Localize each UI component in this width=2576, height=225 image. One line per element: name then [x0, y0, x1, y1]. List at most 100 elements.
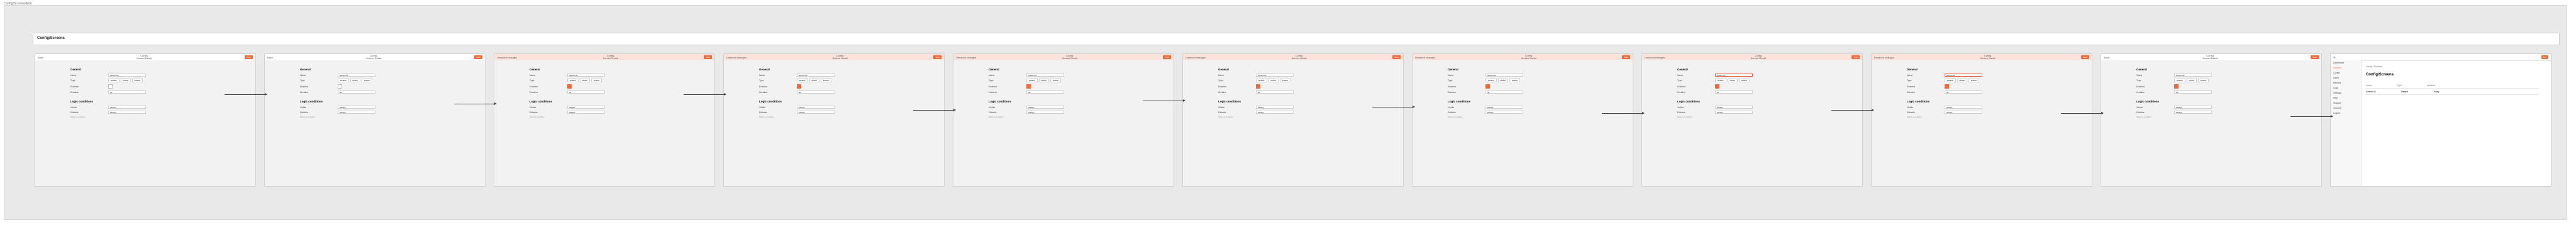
- type-option[interactable]: Drawer: [361, 79, 373, 82]
- editable-select[interactable]: Always: [1945, 111, 1982, 114]
- visible-select[interactable]: Always: [1945, 106, 1982, 109]
- visible-select[interactable]: Always: [1715, 106, 1753, 109]
- duration-input[interactable]: 30: [1256, 91, 1294, 94]
- type-segmented-control[interactable]: Default Modal Drawer: [338, 79, 373, 82]
- name-input[interactable]: Screen 01: [338, 74, 375, 77]
- add-button[interactable]: Add: [2541, 55, 2548, 59]
- sidebar-item[interactable]: Logs: [2331, 85, 2361, 91]
- visible-select[interactable]: Always: [1256, 106, 1294, 109]
- enabled-checkbox[interactable]: [797, 84, 801, 89]
- visible-select[interactable]: Always: [797, 106, 835, 109]
- duration-input[interactable]: 30: [2174, 91, 2212, 94]
- editable-select[interactable]: Always: [108, 111, 146, 114]
- editable-select[interactable]: Always: [2174, 111, 2212, 114]
- type-option[interactable]: Drawer: [2197, 79, 2209, 82]
- sidebar-item[interactable]: Dashboard: [2331, 60, 2361, 65]
- back-link[interactable]: Unsaved changes: [1185, 56, 1206, 59]
- type-option[interactable]: Default: [338, 79, 349, 82]
- enabled-checkbox[interactable]: [1026, 84, 1031, 89]
- type-option[interactable]: Drawer: [1509, 79, 1521, 82]
- name-input[interactable]: Screen 01: [567, 74, 605, 77]
- back-link[interactable]: Unsaved changes: [726, 56, 747, 59]
- sidebar-item[interactable]: Account: [2331, 106, 2361, 111]
- visible-select[interactable]: Always: [1485, 106, 1523, 109]
- back-link[interactable]: Unsaved changes: [1645, 56, 1665, 59]
- type-segmented-control[interactable]: Default Modal Drawer: [1945, 79, 1980, 82]
- name-input[interactable]: Screen 01: [1026, 74, 1064, 77]
- save-button[interactable]: Save: [2081, 55, 2089, 59]
- type-option[interactable]: Default: [108, 79, 119, 82]
- type-option[interactable]: Default: [1715, 79, 1726, 82]
- back-link[interactable]: Back: [267, 56, 273, 59]
- save-button[interactable]: Save: [704, 55, 712, 59]
- enabled-checkbox[interactable]: [1256, 84, 1260, 89]
- back-link[interactable]: Unsaved changes: [497, 56, 517, 59]
- enabled-checkbox[interactable]: [2174, 84, 2179, 89]
- duration-input[interactable]: 30: [338, 91, 375, 94]
- visible-select[interactable]: Always: [108, 106, 146, 109]
- duration-input[interactable]: 30: [1715, 91, 1753, 94]
- save-button[interactable]: Save: [1852, 55, 1860, 59]
- type-option[interactable]: Modal: [2186, 79, 2197, 82]
- duration-input[interactable]: 30: [1026, 91, 1064, 94]
- enabled-checkbox[interactable]: [108, 84, 113, 89]
- type-option[interactable]: Default: [797, 79, 808, 82]
- type-option[interactable]: Drawer: [1738, 79, 1750, 82]
- name-input[interactable]: Screen 01: [1485, 74, 1523, 77]
- type-segmented-control[interactable]: Default Modal Drawer: [1256, 79, 1291, 82]
- type-segmented-control[interactable]: Default Modal Drawer: [1715, 79, 1750, 82]
- enabled-checkbox[interactable]: [1485, 84, 1490, 89]
- duration-input[interactable]: 30: [1485, 91, 1523, 94]
- back-link[interactable]: Unsaved changes: [956, 56, 976, 59]
- editable-select[interactable]: Always: [338, 111, 375, 114]
- type-option[interactable]: Modal: [579, 79, 590, 82]
- type-option[interactable]: Default: [1485, 79, 1497, 82]
- sidebar-item[interactable]: Support: [2331, 101, 2361, 106]
- type-option[interactable]: Modal: [350, 79, 360, 82]
- type-segmented-control[interactable]: Default Modal Drawer: [2174, 79, 2209, 82]
- type-option[interactable]: Modal: [1727, 79, 1738, 82]
- duration-input[interactable]: 30: [1945, 91, 1982, 94]
- type-option[interactable]: Drawer: [1050, 79, 1062, 82]
- type-option[interactable]: Modal: [1268, 79, 1279, 82]
- type-option[interactable]: Default: [1026, 79, 1038, 82]
- editable-select[interactable]: Always: [1026, 111, 1064, 114]
- sidebar-item[interactable]: Screens: [2331, 65, 2361, 70]
- sidebar-item[interactable]: Settings: [2331, 91, 2361, 96]
- name-input[interactable]: Screen 01: [1256, 74, 1294, 77]
- name-input[interactable]: Screen 01: [1945, 74, 1982, 77]
- table-row[interactable]: Screen 01 Default Today: [2366, 89, 2538, 95]
- editable-select[interactable]: Always: [1256, 111, 1294, 114]
- enabled-checkbox[interactable]: [338, 84, 342, 89]
- type-segmented-control[interactable]: Default Modal Drawer: [567, 79, 602, 82]
- sidebar-item[interactable]: Logout: [2331, 111, 2361, 116]
- enabled-checkbox[interactable]: [1945, 84, 1949, 89]
- type-option[interactable]: Modal: [1957, 79, 1967, 82]
- save-button[interactable]: Save: [474, 55, 482, 59]
- enabled-checkbox[interactable]: [567, 84, 572, 89]
- name-input[interactable]: Screen 01: [1715, 74, 1753, 77]
- name-input[interactable]: Screen 01: [2174, 74, 2212, 77]
- editable-select[interactable]: Always: [1485, 111, 1523, 114]
- duration-input[interactable]: 30: [108, 91, 146, 94]
- save-button[interactable]: Save: [245, 55, 253, 59]
- editable-select[interactable]: Always: [1715, 111, 1753, 114]
- sidebar-item[interactable]: Config: [2331, 70, 2361, 75]
- type-option[interactable]: Default: [1945, 79, 1956, 82]
- editable-select[interactable]: Always: [797, 111, 835, 114]
- save-button[interactable]: Save: [1163, 55, 1171, 59]
- type-segmented-control[interactable]: Default Modal Drawer: [797, 79, 832, 82]
- sidebar-item[interactable]: Help: [2331, 96, 2361, 101]
- type-segmented-control[interactable]: Default Modal Drawer: [1485, 79, 1521, 82]
- name-input[interactable]: Screen 01: [108, 74, 146, 77]
- type-option[interactable]: Drawer: [591, 79, 602, 82]
- type-segmented-control[interactable]: Default Modal Drawer: [1026, 79, 1062, 82]
- back-link[interactable]: Unsaved changes: [1415, 56, 1435, 59]
- type-option[interactable]: Default: [2174, 79, 2185, 82]
- visible-select[interactable]: Always: [2174, 106, 2212, 109]
- save-button[interactable]: Save: [1392, 55, 1401, 59]
- type-option[interactable]: Modal: [1038, 79, 1049, 82]
- back-link[interactable]: Back: [38, 56, 43, 59]
- back-link[interactable]: Back: [2104, 56, 2109, 59]
- type-option[interactable]: Default: [567, 79, 579, 82]
